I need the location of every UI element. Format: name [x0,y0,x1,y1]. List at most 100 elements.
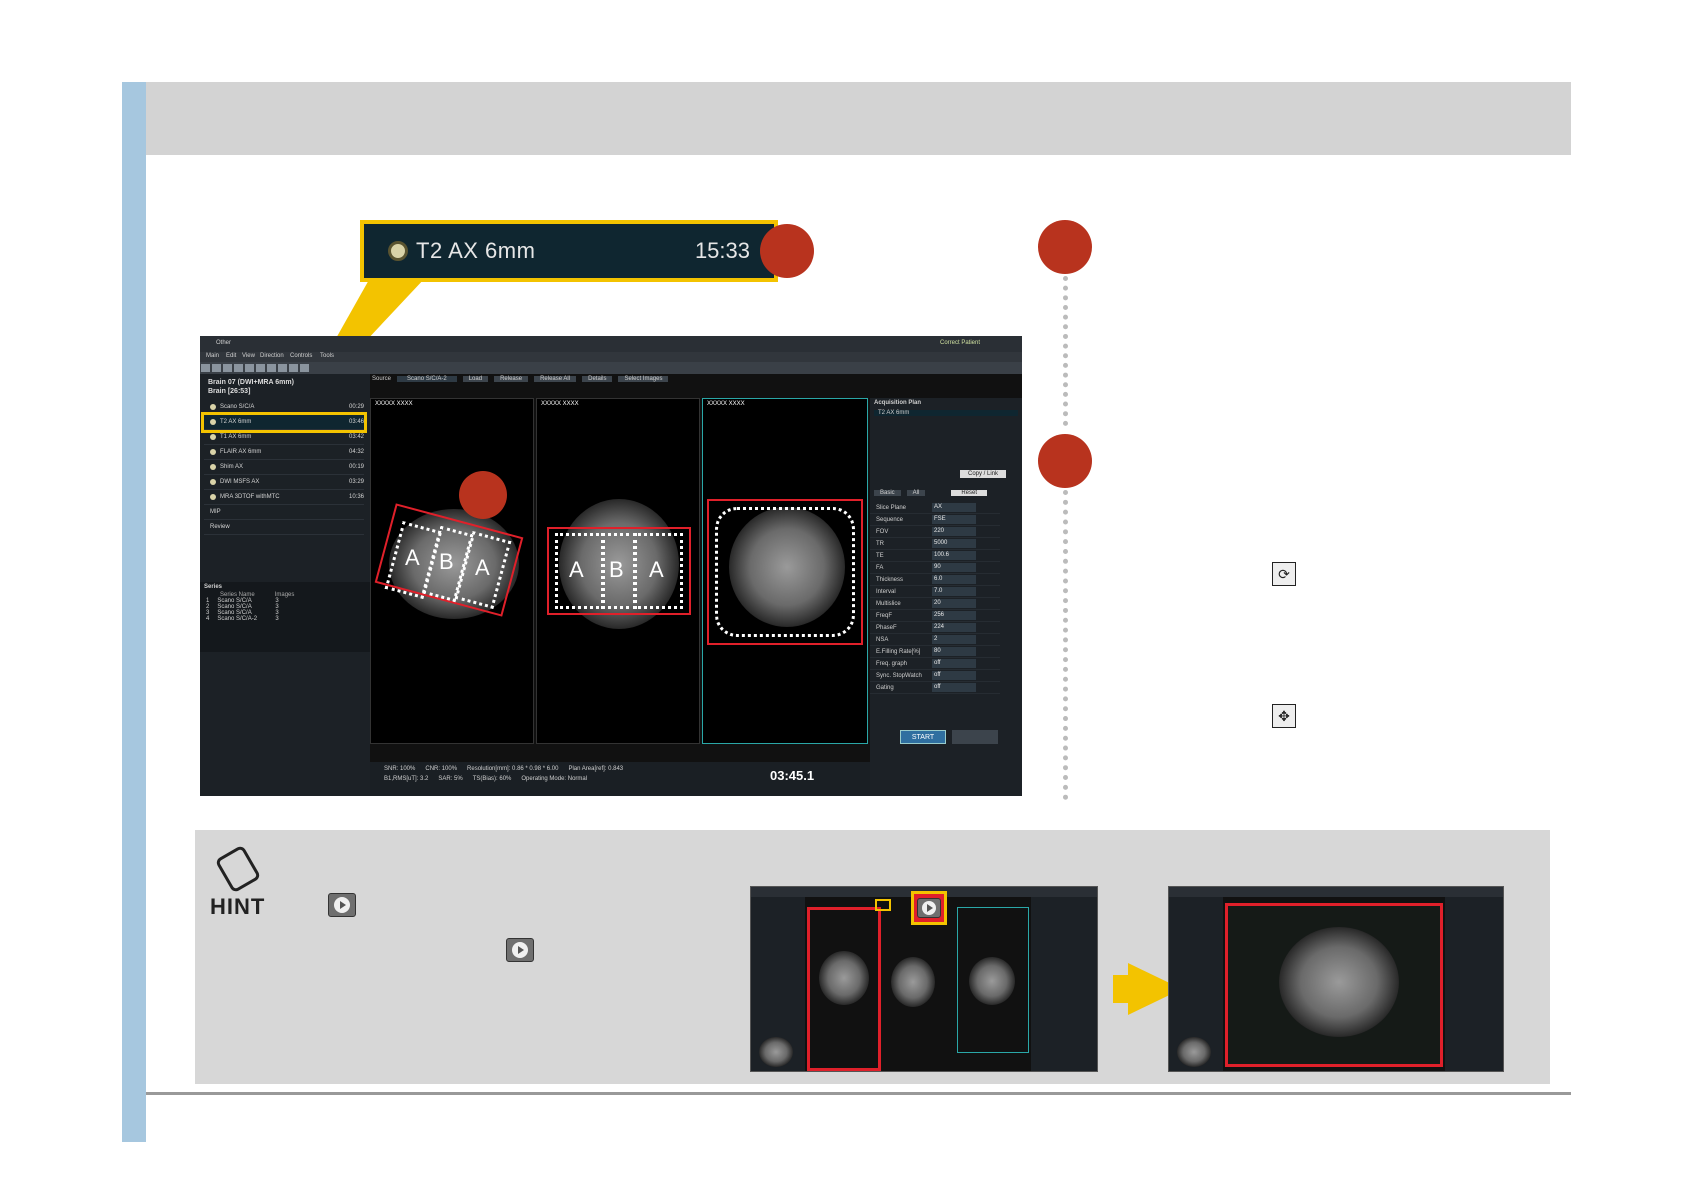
play-icon [328,893,356,917]
param-row: PhaseF 224 [870,622,1000,634]
toolbar-button[interactable] [256,364,265,372]
stop-button[interactable] [952,730,998,744]
param-label: PhaseF [876,624,897,631]
protocol-item[interactable]: FLAIR AX 6mm 04:32 [204,445,364,460]
source-row: Source Scano S/C/A-2 Load Release Releas… [372,376,669,382]
toolbar-button[interactable] [234,364,243,372]
param-value[interactable]: 5000 [932,539,976,548]
protocol-item-name: T2 AX 6mm [220,419,252,425]
start-button[interactable]: START [900,730,946,744]
label-a: A [405,545,420,570]
param-label: TE [876,552,884,559]
menu-view[interactable]: View [242,353,255,359]
param-value[interactable]: 90 [932,563,976,572]
toolbar [200,362,1022,374]
toolbar-button[interactable] [201,364,210,372]
param-value[interactable]: off [932,659,976,668]
param-label: FA [876,564,884,571]
param-label: Slice Plane [876,504,907,511]
protocol-item[interactable]: MIP [204,505,364,520]
status-dot-icon [210,464,216,470]
copy-link-button[interactable]: Copy / Link [960,470,1007,478]
acquisition-plan-pane: Acquisition Plan T2 AX 6mm Copy / Link B… [870,398,1022,796]
param-value[interactable]: 100.6 [932,551,976,560]
protocol-item[interactable]: Shim AX 00:19 [204,460,364,475]
param-value[interactable]: 224 [932,623,976,632]
acq-item[interactable]: T2 AX 6mm [874,410,1018,416]
details-button[interactable]: Details [582,376,613,382]
menu-controls[interactable]: Controls [290,353,312,359]
protocol-item-name: T1 AX 6mm [220,434,252,440]
toolbar-button[interactable] [223,364,232,372]
series-table: Series Series Name Images 1 Scano S/C/A 3 … [200,582,370,652]
mini-right-pane [1031,897,1097,1071]
table-row[interactable]: 4 Scano S/C/A-2 3 [200,616,370,622]
protocol-item-time: 00:19 [348,464,364,470]
marker-circle-4 [459,471,507,519]
protocol-item[interactable]: T1 AX 6mm 03:42 [204,430,364,445]
protocol-item-selected[interactable]: T2 AX 6mm 03:46 [201,412,367,433]
param-value[interactable]: 7.0 [932,587,976,596]
reset-button[interactable]: Reset [951,490,988,496]
protocol-item-time: 03:42 [348,434,364,440]
marker-circle-2 [1038,220,1092,274]
load-button[interactable]: Load [462,376,489,382]
mini-coronal-image [891,957,935,1007]
dotted-connector-2 [1063,490,1068,800]
status-line-1: SNR: 100% CNR: 100% Resolution[mm]: 0.86… [384,766,623,772]
protocol-item-name: Scano S/C/A [220,404,255,410]
viewer-coronal[interactable]: XXXXX XXXX A B A [536,398,700,744]
menu-tools[interactable]: Tools [320,353,334,359]
param-label: NSA [876,636,889,643]
scanner-screenshot: Other Correct Patient Main Edit View Dir… [200,336,1022,796]
viewer-axial[interactable]: XXXXX XXXX [702,398,868,744]
param-value[interactable]: 256 [932,611,976,620]
release-all-button[interactable]: Release All [534,376,577,382]
viewer-sagittal[interactable]: XXXXX XXXX A B A [370,398,534,744]
menu-edit[interactable]: Edit [226,353,236,359]
toolbar-button[interactable] [300,364,309,372]
param-value[interactable]: 2 [932,635,976,644]
protocol-item-name: Shim AX [220,464,244,470]
source-select[interactable]: Scano S/C/A-2 [397,376,457,382]
protocol-item[interactable]: MRA 3DTOF withMTC 10:36 [204,490,364,505]
protocol-item-time: 10:36 [348,494,364,500]
param-value[interactable]: off [932,683,976,692]
menu-main[interactable]: Main [206,353,219,359]
menu-bar: Main Edit View Direction Controls Tools [200,352,1022,362]
param-row: Interval 7.0 [870,586,1000,598]
protocol-item[interactable]: DWI MSFS AX 03:29 [204,475,364,490]
menu-direction[interactable]: Direction [260,353,284,359]
release-button[interactable]: Release [494,376,529,382]
param-value[interactable]: 220 [932,527,976,536]
mini-thumbnail [759,1037,793,1067]
slice-group-axial [715,507,855,637]
param-label: TR [876,540,884,547]
param-label: Multislice [876,600,901,607]
status-b1rms: B1,RMS[uT]: 3.2 [384,776,429,782]
param-value[interactable]: 80 [932,647,976,656]
param-row: Slice Plane AX [870,502,1000,514]
param-value[interactable]: 20 [932,599,976,608]
protocol-item[interactable]: Review [204,520,364,535]
mini-sagittal-image [819,951,869,1005]
toolbar-button[interactable] [212,364,221,372]
param-value[interactable]: FSE [932,515,976,524]
select-images-button[interactable]: Select Images [618,376,669,382]
toolbar-button[interactable] [289,364,298,372]
toolbar-button[interactable] [267,364,276,372]
mini-toolbar [1169,887,1503,897]
protocol-item[interactable]: Scano S/C/A 00:29 [204,400,364,415]
toolbar-button[interactable] [278,364,287,372]
param-value[interactable]: 6.0 [932,575,976,584]
hint-label: HINT [210,894,266,919]
status-dot-icon [210,419,216,425]
param-value[interactable]: AX [932,503,976,512]
tab-all[interactable]: All [906,490,926,496]
param-row: FreqF 256 [870,610,1000,622]
status-snr: SNR: 100% [384,766,416,772]
param-value[interactable]: off [932,671,976,680]
toolbar-button[interactable] [245,364,254,372]
tab-basic[interactable]: Basic [874,490,901,496]
param-row: NSA 2 [870,634,1000,646]
